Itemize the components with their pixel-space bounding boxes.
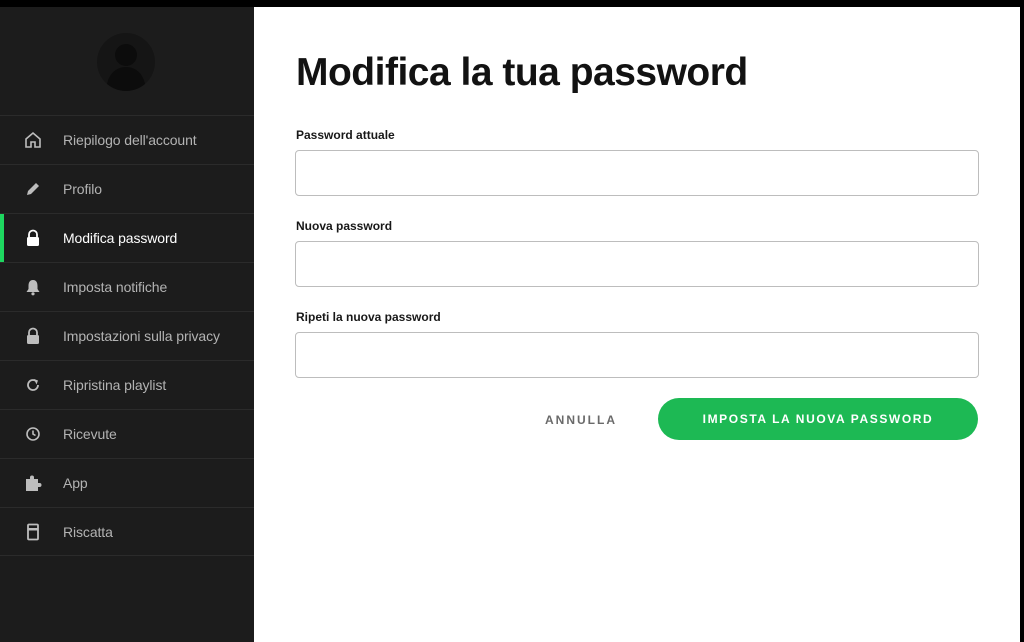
sidebar: Riepilogo dell'account Profilo Modifica … [0,7,254,642]
lock-icon [22,227,44,249]
sidebar-item-account-overview[interactable]: Riepilogo dell'account [0,115,254,164]
current-password-label: Password attuale [296,128,395,142]
avatar[interactable] [97,33,155,91]
current-password-input[interactable] [295,150,979,196]
new-password-label: Nuova password [296,219,393,233]
sidebar-item-change-password[interactable]: Modifica password [0,213,254,262]
sidebar-item-apps[interactable]: App [0,458,254,507]
sidebar-item-profile[interactable]: Profilo [0,164,254,213]
clock-icon [22,423,44,445]
sidebar-item-label: Impostazioni sulla privacy [63,328,220,344]
puzzle-icon [22,472,44,494]
repeat-password-input[interactable] [295,332,979,378]
user-silhouette-icon [106,44,146,91]
sidebar-item-notifications[interactable]: Imposta notifiche [0,262,254,311]
sidebar-item-restore-playlists[interactable]: Ripristina playlist [0,360,254,409]
sidebar-item-label: Modifica password [63,230,178,246]
sidebar-item-label: Profilo [63,181,102,197]
set-new-password-button[interactable]: IMPOSTA LA NUOVA PASSWORD [658,398,978,440]
refresh-icon [22,374,44,396]
sidebar-item-redeem[interactable]: Riscatta [0,507,254,556]
home-icon [22,129,44,151]
main-panel: Modifica la tua password Password attual… [254,7,1020,642]
bell-icon [22,276,44,298]
sidebar-item-label: Riscatta [63,523,113,540]
sidebar-item-label: App [63,475,88,491]
lock-icon [22,325,44,347]
sidebar-item-label: Imposta notifiche [63,279,168,295]
sidebar-item-label: Ricevute [63,426,117,442]
sidebar-item-privacy-settings[interactable]: Impostazioni sulla privacy [0,311,254,360]
pencil-icon [22,178,44,200]
cancel-button[interactable]: ANNULLA [530,400,632,440]
sidebar-item-label: Riepilogo dell'account [63,132,197,148]
new-password-input[interactable] [295,241,979,287]
card-icon [22,521,44,543]
sidebar-item-label: Ripristina playlist [63,377,167,393]
window-right-border [1020,0,1024,642]
sidebar-item-receipts[interactable]: Ricevute [0,409,254,458]
sidebar-nav: Riepilogo dell'account Profilo Modifica … [0,115,254,556]
window-top-border [0,0,1024,7]
repeat-password-label: Ripeti la nuova password [296,310,441,324]
page-title: Modifica la tua password [296,51,748,94]
